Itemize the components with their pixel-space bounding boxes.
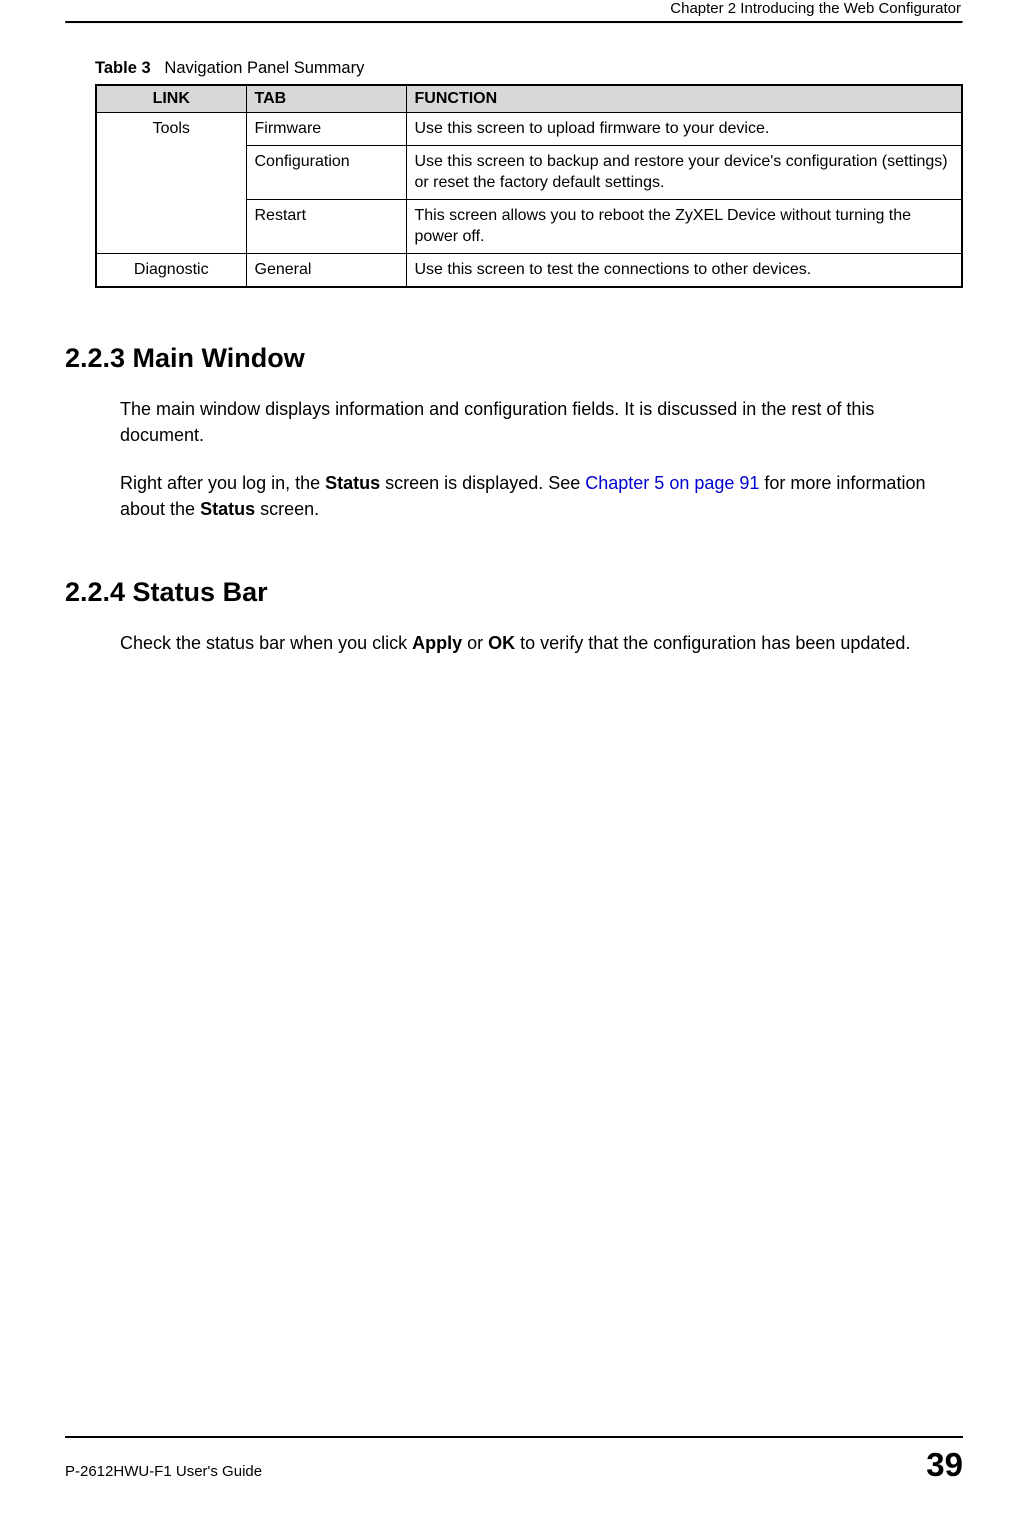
cell-function: Use this screen to backup and restore yo…	[406, 145, 962, 199]
text-fragment: Right after you log in, the	[120, 473, 325, 493]
cell-tab: General	[246, 253, 406, 286]
cell-tab: Firmware	[246, 113, 406, 146]
table-caption: Table 3 Navigation Panel Summary	[65, 59, 963, 78]
section-heading-main-window: 2.2.3 Main Window	[65, 343, 963, 374]
page-footer: P-2612HWU-F1 User's Guide 39	[65, 1436, 963, 1484]
body-paragraph: Check the status bar when you click Appl…	[65, 630, 963, 656]
cross-reference-link[interactable]: Chapter 5 on page 91	[585, 473, 759, 493]
th-link: LINK	[96, 85, 246, 113]
cell-tab: Configuration	[246, 145, 406, 199]
th-function: FUNCTION	[406, 85, 962, 113]
text-fragment: screen.	[255, 499, 319, 519]
cell-function: Use this screen to test the connections …	[406, 253, 962, 286]
bold-text: Apply	[412, 633, 462, 653]
bold-text: Status	[200, 499, 255, 519]
table-header-row: LINK TAB FUNCTION	[96, 85, 962, 113]
cell-link: Diagnostic	[96, 253, 246, 286]
text-fragment: screen is displayed. See	[380, 473, 585, 493]
text-fragment: to verify that the configuration has bee…	[515, 633, 910, 653]
table-row: Tools Firmware Use this screen to upload…	[96, 113, 962, 146]
footer-page-number: 39	[926, 1446, 963, 1484]
bold-text: OK	[488, 633, 515, 653]
cell-function: Use this screen to upload firmware to yo…	[406, 113, 962, 146]
table-caption-prefix: Table 3	[95, 59, 151, 77]
th-tab: TAB	[246, 85, 406, 113]
footer-guide-name: P-2612HWU-F1 User's Guide	[65, 1463, 262, 1480]
table-caption-text: Navigation Panel Summary	[164, 59, 364, 77]
text-fragment: or	[462, 633, 488, 653]
body-paragraph: Right after you log in, the Status scree…	[65, 470, 963, 522]
cell-tab: Restart	[246, 199, 406, 253]
text-fragment: Check the status bar when you click	[120, 633, 412, 653]
cell-link: Tools	[96, 113, 246, 254]
cell-function: This screen allows you to reboot the ZyX…	[406, 199, 962, 253]
header-rule	[65, 21, 963, 24]
body-paragraph: The main window displays information and…	[65, 396, 963, 448]
section-heading-status-bar: 2.2.4 Status Bar	[65, 577, 963, 608]
navigation-panel-table: LINK TAB FUNCTION Tools Firmware Use thi…	[95, 84, 963, 288]
bold-text: Status	[325, 473, 380, 493]
chapter-header: Chapter 2 Introducing the Web Configurat…	[65, 0, 963, 21]
table-row: Diagnostic General Use this screen to te…	[96, 253, 962, 286]
